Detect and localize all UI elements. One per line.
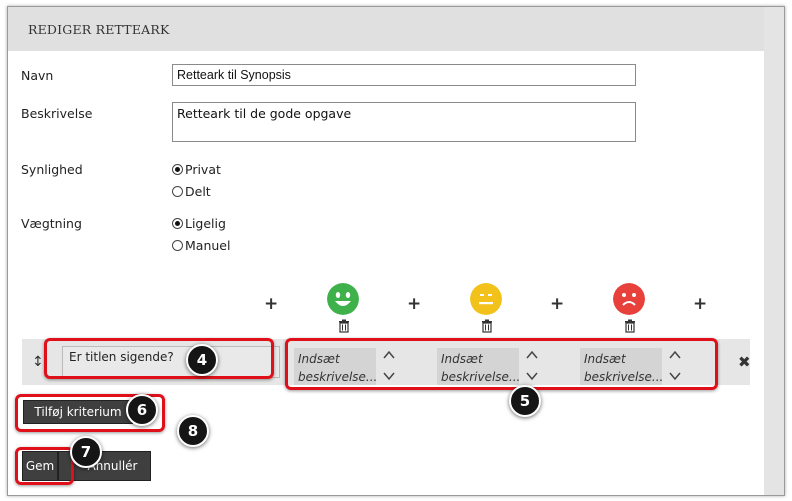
visibility-label: Synlighed [21, 162, 83, 177]
radio-unchecked-icon[interactable] [172, 186, 183, 197]
step-marker: 7 [70, 436, 102, 468]
visibility-option-label: Delt [185, 184, 211, 199]
levels-highlight [285, 338, 718, 390]
step-marker: 5 [509, 385, 541, 417]
step-marker: 4 [186, 344, 218, 376]
radio-unchecked-icon[interactable] [172, 240, 183, 251]
add-level-button[interactable]: + [407, 294, 421, 314]
trash-icon[interactable] [336, 318, 352, 334]
remove-criterion-icon[interactable]: ✖ [738, 353, 751, 371]
weighting-option-label: Ligelig [185, 216, 226, 231]
trash-icon[interactable] [479, 318, 495, 334]
radio-checked-icon[interactable] [172, 218, 183, 229]
weighting-option-label: Manuel [185, 238, 231, 253]
weighting-option-equal[interactable]: Ligelig [172, 216, 226, 231]
add-level-button[interactable]: + [550, 294, 564, 314]
description-field[interactable]: Retteark til de gode opgave [172, 102, 636, 142]
step-marker: 8 [177, 415, 209, 447]
dialog-title: REDIGER RETTEARK [28, 22, 170, 37]
visibility-option-shared[interactable]: Delt [172, 184, 211, 199]
visibility-option-label: Privat [185, 162, 221, 177]
happy-face-icon [327, 283, 359, 315]
sad-face-icon [613, 283, 645, 315]
weighting-option-manual[interactable]: Manuel [172, 238, 230, 253]
weighting-label: Vægtning [21, 216, 82, 231]
neutral-face-icon [470, 283, 502, 315]
add-level-button[interactable]: + [693, 294, 707, 314]
name-field[interactable] [172, 64, 636, 86]
visibility-option-private[interactable]: Privat [172, 162, 221, 177]
save-highlight [15, 447, 74, 485]
radio-checked-icon[interactable] [172, 164, 183, 175]
description-label: Beskrivelse [21, 106, 93, 121]
name-label: Navn [21, 68, 54, 83]
add-level-button[interactable]: + [264, 294, 278, 314]
drag-handle-icon[interactable]: ↕ [32, 354, 44, 370]
trash-icon[interactable] [622, 318, 638, 334]
dialog-header: REDIGER RETTEARK [8, 7, 764, 51]
step-marker: 6 [126, 394, 158, 426]
scrollbar-track[interactable] [764, 7, 784, 495]
criterion-highlight [44, 338, 274, 379]
